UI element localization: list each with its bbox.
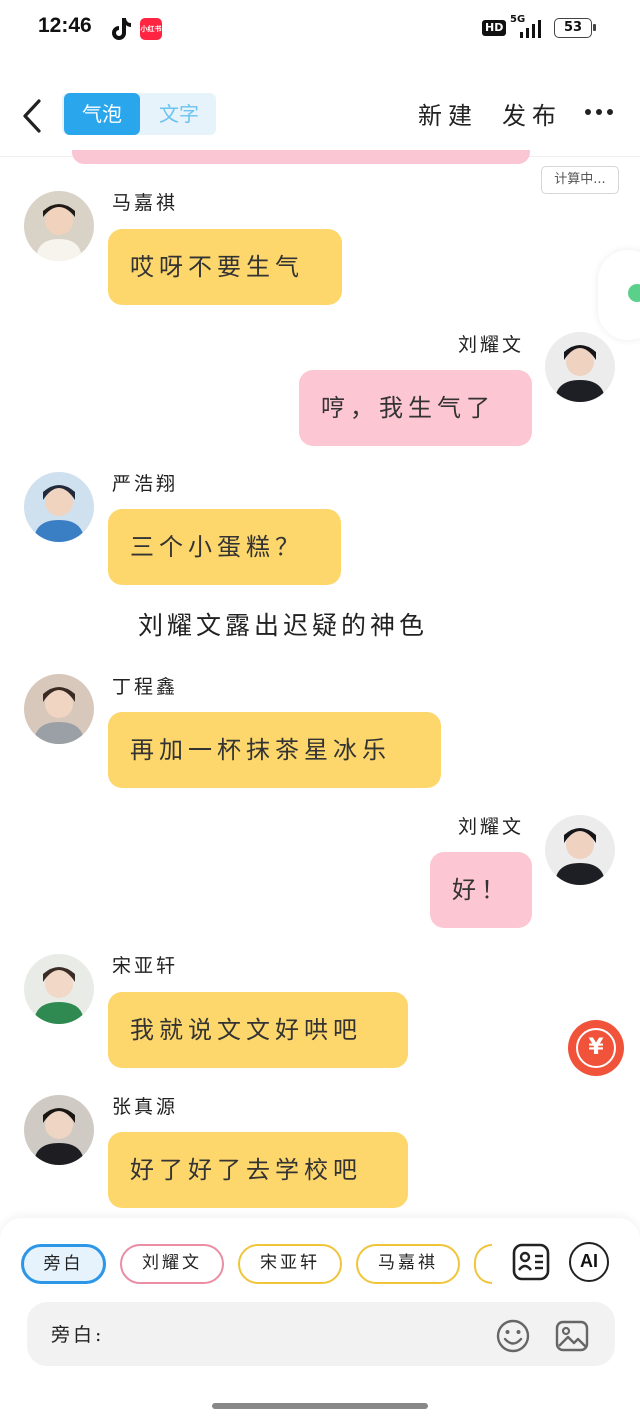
speaker-name: 马嘉祺	[112, 192, 179, 214]
message-bubble[interactable]: 哎呀不要生气	[108, 229, 342, 305]
header: 气泡 文字 新建 发布	[0, 80, 640, 152]
speaker-name: 刘耀文	[458, 816, 525, 838]
hd-badge: HD	[482, 20, 507, 36]
mode-bubble-tab[interactable]: 气泡	[64, 93, 140, 135]
avatar[interactable]	[24, 954, 94, 1024]
xiaohongshu-icon: 小红书	[140, 18, 162, 40]
speaker-name: 宋亚轩	[112, 955, 179, 977]
message-bubble[interactable]: 好！	[430, 852, 532, 928]
home-indicator[interactable]	[212, 1403, 428, 1409]
speaker-name: 刘耀文	[458, 334, 525, 356]
status-bar: 12:46 小红书 HD 5G 53	[0, 0, 640, 60]
avatar[interactable]	[545, 332, 615, 402]
tiktok-icon	[112, 18, 131, 40]
speaker-name: 严浩翔	[112, 473, 179, 495]
role-card-icon[interactable]	[511, 1242, 551, 1282]
ai-button[interactable]: AI	[569, 1242, 609, 1282]
speaker-name: 张真源	[112, 1096, 179, 1118]
message-bubble[interactable]: 三个小蛋糕？	[108, 509, 341, 585]
avatar[interactable]	[24, 1095, 94, 1165]
emoji-icon[interactable]	[495, 1318, 531, 1354]
message-bubble[interactable]: 好了好了去学校吧	[108, 1132, 408, 1208]
image-icon[interactable]	[554, 1318, 590, 1354]
role-chip[interactable]: 马嘉祺	[356, 1244, 460, 1284]
calculating-badge: 计算中...	[541, 166, 619, 194]
speaker-name: 丁程鑫	[112, 676, 179, 698]
role-chip[interactable]: 刘耀文	[120, 1244, 224, 1284]
message-bubble[interactable]: 再加一杯抹茶星冰乐	[108, 712, 441, 788]
message-bubble[interactable]: 哼，我生气了	[299, 370, 532, 446]
narration-text[interactable]: 刘耀文露出迟疑的神色	[138, 606, 428, 642]
message-input-row: 旁白:	[27, 1302, 615, 1366]
avatar[interactable]	[545, 815, 615, 885]
role-chip[interactable]: 宋亚轩	[238, 1244, 342, 1284]
previous-message-bubble[interactable]	[72, 150, 530, 164]
signal-icon	[520, 20, 541, 38]
avatar[interactable]	[24, 674, 94, 744]
yen-icon: ¥	[576, 1028, 616, 1068]
message-bubble[interactable]: 我就说文文好哄吧	[108, 992, 408, 1068]
side-handle-dot	[628, 284, 640, 302]
input-role-prefix: 旁白:	[51, 1324, 105, 1346]
battery-icon: 53	[554, 18, 596, 38]
role-chip-narrator[interactable]: 旁白	[21, 1244, 106, 1284]
floating-side-handle[interactable]	[598, 250, 640, 340]
publish-button[interactable]: 发布	[502, 96, 562, 131]
back-arrow-icon[interactable]	[18, 96, 48, 136]
status-time: 12:46	[38, 14, 92, 37]
new-button[interactable]: 新建	[418, 96, 478, 131]
avatar[interactable]	[24, 472, 94, 542]
message-input[interactable]	[137, 1312, 487, 1356]
more-icon[interactable]	[584, 108, 614, 116]
reward-coin-button[interactable]: ¥	[568, 1020, 624, 1076]
mode-text-tab[interactable]: 文字	[142, 93, 216, 135]
avatar[interactable]	[24, 191, 94, 261]
mode-toggle: 气泡 文字	[62, 93, 216, 135]
